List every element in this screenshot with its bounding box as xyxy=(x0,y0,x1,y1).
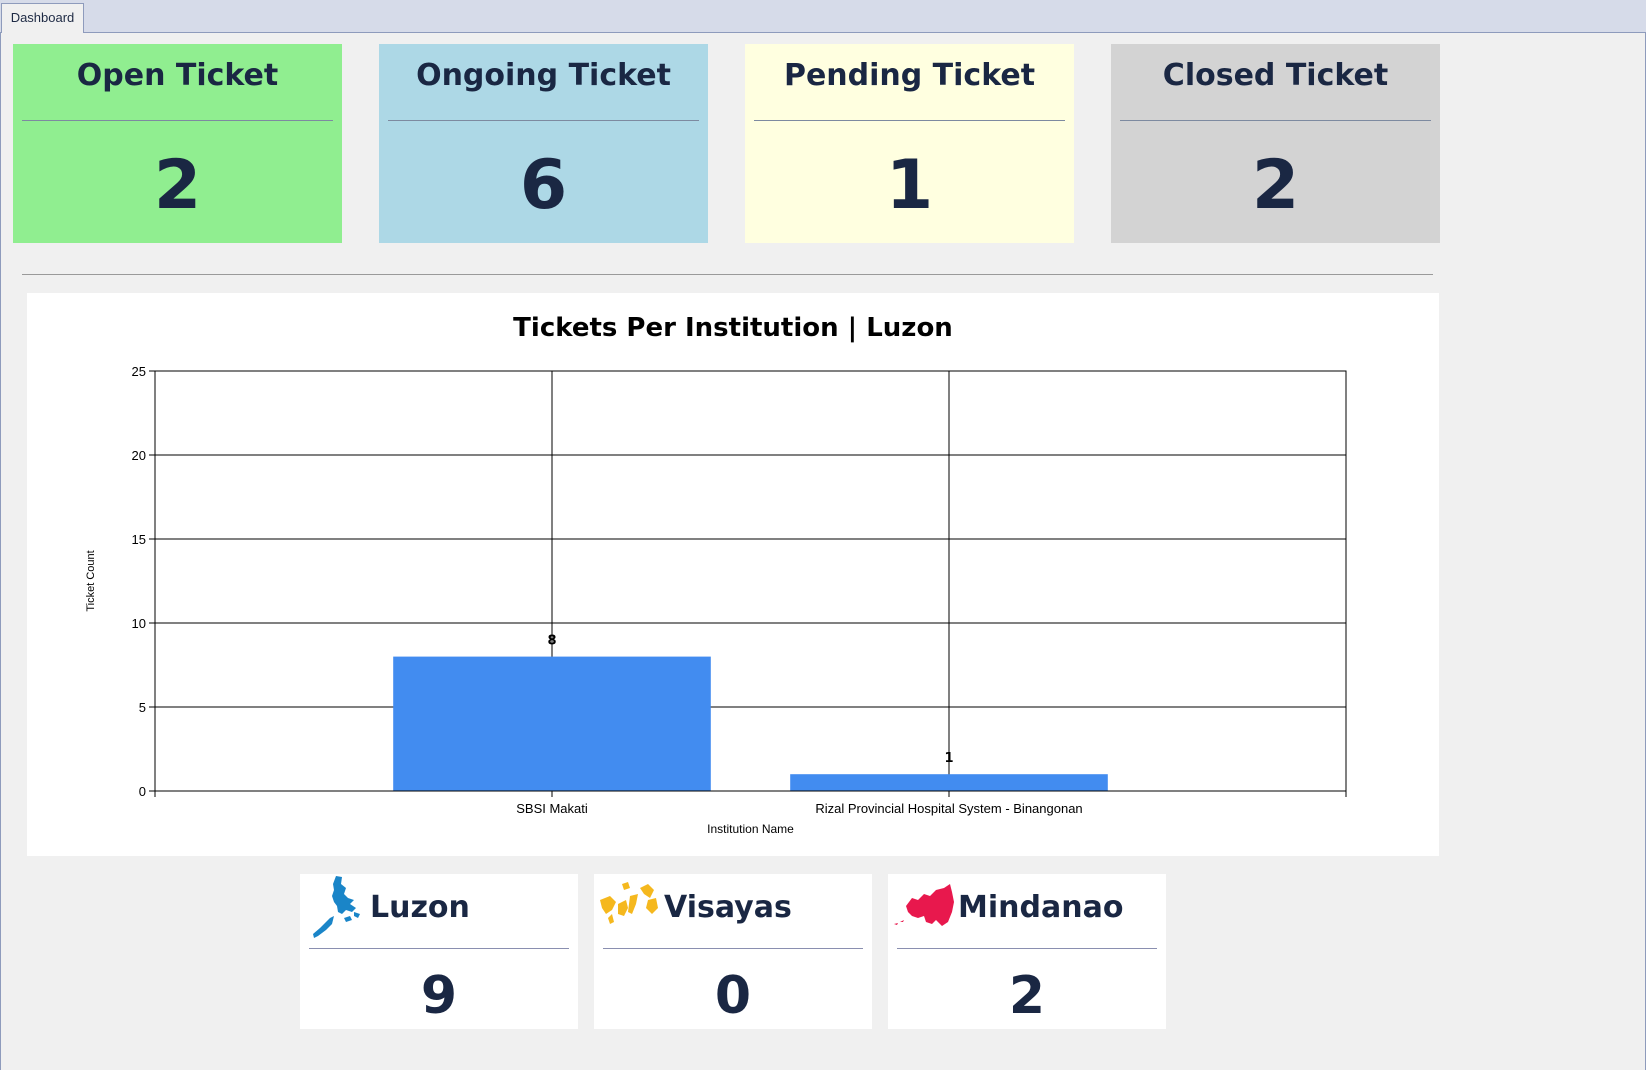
ongoing-ticket-count: 6 xyxy=(519,146,568,225)
tab-strip: Dashboard xyxy=(0,0,1646,33)
card-divider xyxy=(388,120,699,121)
y-axis-label: Ticket Count xyxy=(85,550,97,611)
closed-ticket-count: 2 xyxy=(1251,146,1300,225)
luzon-card: Luzon 9 xyxy=(300,874,578,1029)
pending-ticket-count: 1 xyxy=(885,146,934,225)
mindanao-card: Mindanao 2 xyxy=(888,874,1166,1029)
card-divider xyxy=(897,948,1157,949)
y-tick-label: 20 xyxy=(132,448,146,463)
y-tick-label: 10 xyxy=(132,616,146,631)
plot-area-border xyxy=(154,370,1347,792)
card-divider xyxy=(754,120,1065,121)
mindanao-count: 2 xyxy=(1008,966,1046,1026)
bar-data-label: 8 xyxy=(547,634,556,649)
chart-canvas: Tickets Per Institution | Luzon 0 5 10 15 20 2… xyxy=(85,313,1347,836)
luzon-count: 9 xyxy=(420,966,458,1026)
visayas-label: Visayas xyxy=(664,890,792,925)
x-tick-label: Rizal Provincial Hospital System - Binan… xyxy=(815,801,1082,816)
bar-2 xyxy=(790,774,1108,791)
pending-ticket-card: Pending Ticket 1 xyxy=(745,44,1074,243)
mindanao-label: Mindanao xyxy=(958,890,1124,925)
open-ticket-title: Open Ticket xyxy=(76,58,279,93)
tickets-per-institution-chart: Tickets Per Institution | Luzon 0 5 10 15 20 2… xyxy=(27,293,1439,856)
card-divider xyxy=(603,948,863,949)
ongoing-ticket-card: Ongoing Ticket 6 xyxy=(379,44,708,243)
mindanao-map-icon xyxy=(894,884,954,926)
chart-title: Tickets Per Institution | Luzon xyxy=(513,313,953,343)
card-divider xyxy=(22,120,333,121)
closed-ticket-card: Closed Ticket 2 xyxy=(1111,44,1440,243)
frame-border-left xyxy=(0,33,1,1070)
bar-1 xyxy=(393,656,711,791)
ongoing-ticket-title: Ongoing Ticket xyxy=(416,58,671,93)
section-divider xyxy=(22,274,1433,275)
pending-ticket-title: Pending Ticket xyxy=(783,58,1036,93)
card-divider xyxy=(309,948,569,949)
visayas-count: 0 xyxy=(714,966,752,1026)
card-divider xyxy=(1120,120,1431,121)
open-ticket-card: Open Ticket 2 xyxy=(13,44,342,243)
x-tick-label: SBSI Makati xyxy=(516,801,588,816)
luzon-map-icon xyxy=(313,876,360,938)
luzon-label: Luzon xyxy=(370,890,470,925)
x-axis-label: Institution Name xyxy=(707,822,794,836)
open-ticket-count: 2 xyxy=(153,146,202,225)
closed-ticket-title: Closed Ticket xyxy=(1162,58,1389,93)
tab-dashboard[interactable]: Dashboard xyxy=(1,3,84,33)
y-tick-label: 15 xyxy=(132,532,146,547)
visayas-card: Visayas 0 xyxy=(594,874,872,1029)
y-tick-label: 5 xyxy=(139,700,146,715)
y-tick-label: 0 xyxy=(139,784,146,799)
y-tick-label: 25 xyxy=(132,364,146,379)
bar-data-label: 1 xyxy=(944,751,953,766)
visayas-map-icon xyxy=(600,882,658,924)
